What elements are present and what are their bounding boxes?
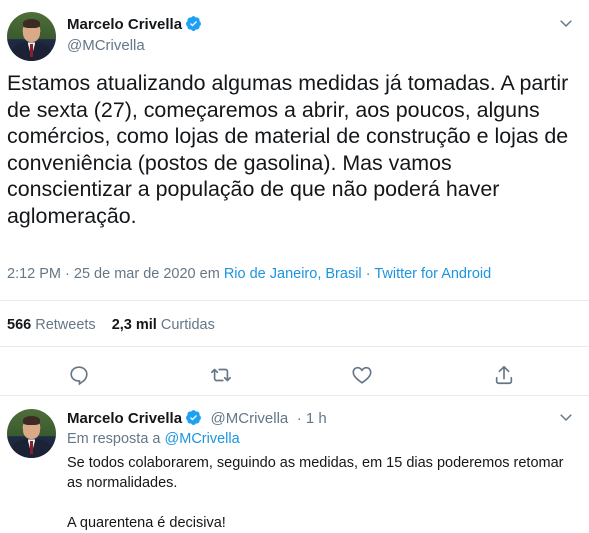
author-handle[interactable]: @MCrivella [67, 37, 145, 54]
main-tweet: Marcelo Crivella @MCrivella Estamos atua… [0, 0, 589, 396]
tweet-location[interactable]: Rio de Janeiro, Brasil [224, 266, 362, 282]
reply-paragraph: Se todos colaborarem, seguindo as medida… [67, 455, 564, 491]
share-icon [495, 365, 513, 385]
divider [0, 395, 589, 396]
like-icon [352, 366, 372, 384]
like-button[interactable] [349, 362, 375, 388]
likes-count: 2,3 mil [111, 317, 157, 333]
reply-paragraph: A quarentena é decisiva! [67, 515, 226, 531]
verified-badge-icon [186, 410, 201, 425]
reply-button[interactable] [66, 362, 92, 388]
reply-author-name[interactable]: Marcelo Crivella [67, 410, 182, 427]
reply-text: Se todos colaborarem, seguindo as medida… [67, 453, 577, 533]
chevron-down-icon[interactable] [557, 408, 575, 426]
avatar[interactable] [7, 12, 56, 61]
tweet-stats: 566 Retweets 2,3 mil Curtidas [7, 317, 215, 333]
likes-label: Curtidas [160, 317, 215, 333]
retweets-label: Retweets [35, 317, 96, 333]
author-name[interactable]: Marcelo Crivella [67, 16, 182, 33]
tweet-text: Estamos atualizando algumas medidas já t… [7, 71, 569, 228]
reply-age[interactable]: · 1 h [297, 410, 327, 427]
reply-avatar[interactable] [7, 409, 56, 458]
reply-icon [70, 366, 88, 386]
verified-badge-icon [186, 16, 201, 31]
reply-prefix: Em resposta a [67, 431, 161, 447]
meta-separator: · [365, 266, 371, 282]
likes-stat[interactable]: 2,3 mil Curtidas [112, 317, 215, 333]
retweets-count: 566 [7, 317, 32, 333]
reply-header: Marcelo Crivella @MCrivella · 1 h [67, 409, 327, 428]
tweet-meta: 2:12 PM · 25 de mar de 2020 em Rio de Ja… [7, 266, 491, 282]
tweet-time[interactable]: 2:12 PM · 25 de mar de 2020 em [7, 266, 220, 282]
retweets-stat[interactable]: 566 Retweets [7, 317, 96, 333]
chevron-down-icon[interactable] [557, 14, 575, 32]
reply-to-handle[interactable]: @MCrivella [165, 431, 240, 447]
share-button[interactable] [491, 362, 517, 388]
divider [0, 346, 589, 347]
reply-context: Em resposta a @MCrivella [67, 431, 240, 447]
action-bar [0, 362, 589, 388]
retweet-button[interactable] [208, 362, 234, 388]
tweet-client[interactable]: Twitter for Android [374, 266, 491, 282]
reply-author-handle[interactable]: @MCrivella [211, 410, 289, 427]
author-name-row[interactable]: Marcelo Crivella [67, 15, 202, 34]
retweet-icon [211, 368, 231, 382]
divider [0, 300, 589, 301]
